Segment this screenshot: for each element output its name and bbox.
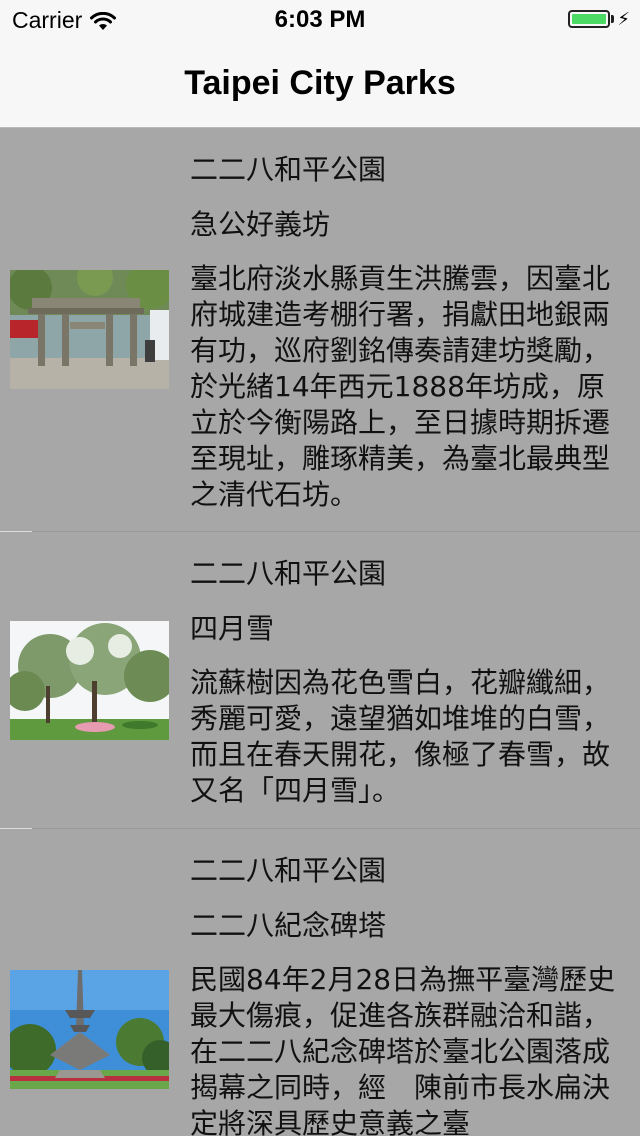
navigation-header: Carrier 6:03 PM ⚡︎ Taipei City Parks	[0, 0, 640, 128]
spot-description: 民國84年2月28日為撫平臺灣歷史最大傷痕，促進各族群融洽和諧，在二二八紀念碑塔…	[190, 963, 616, 1136]
park-name-label: 二二八和平公園	[190, 854, 387, 887]
charging-bolt-icon: ⚡︎	[617, 9, 630, 29]
park-name-label: 二二八和平公園	[190, 153, 387, 186]
spot-name-label: 四月雪	[190, 612, 275, 645]
battery-cap	[611, 15, 615, 23]
page-title: Taipei City Parks	[184, 64, 456, 102]
list-item[interactable]: 二二八和平公園 二二八紀念碑塔 民國84年2月28日為撫平臺灣歷史最大傷痕，促進…	[0, 829, 640, 1136]
status-time: 6:03 PM	[274, 6, 366, 33]
flowering-tree-photo	[10, 621, 169, 740]
stone-archway-photo	[10, 270, 169, 389]
spot-description: 流蘇樹因為花色雪白，花瓣纖細，秀麗可愛，遠望猶如堆堆的白雪，而且在春天開花，像極…	[190, 666, 611, 807]
memorial-monument-photo	[10, 970, 169, 1089]
battery-icon	[568, 10, 611, 28]
battery-level-fill	[572, 14, 607, 24]
park-name-label: 二二八和平公園	[190, 557, 387, 590]
list-item[interactable]: 二二八和平公園 四月雪 流蘇樹因為花色雪白，花瓣纖細，秀麗可愛，遠望猶如堆堆的白…	[0, 532, 640, 828]
app-screen: Carrier 6:03 PM ⚡︎ Taipei City Parks 二二八…	[0, 0, 640, 1136]
list-item[interactable]: 二二八和平公園 急公好義坊 臺北府淡水縣貢生洪騰雲，因臺北府城建造考棚行署，捐獻…	[0, 128, 640, 531]
status-bar: Carrier 6:03 PM ⚡︎	[0, 0, 640, 40]
spot-description: 臺北府淡水縣貢生洪騰雲，因臺北府城建造考棚行署，捐獻田地銀兩有功，巡府劉銘傳奏請…	[190, 262, 611, 511]
battery-indicator: ⚡︎	[568, 10, 630, 28]
spot-name-label: 二二八紀念碑塔	[190, 909, 387, 942]
spot-name-label: 急公好義坊	[190, 208, 331, 241]
parks-list[interactable]: 二二八和平公園 急公好義坊 臺北府淡水縣貢生洪騰雲，因臺北府城建造考棚行署，捐獻…	[0, 128, 640, 1136]
